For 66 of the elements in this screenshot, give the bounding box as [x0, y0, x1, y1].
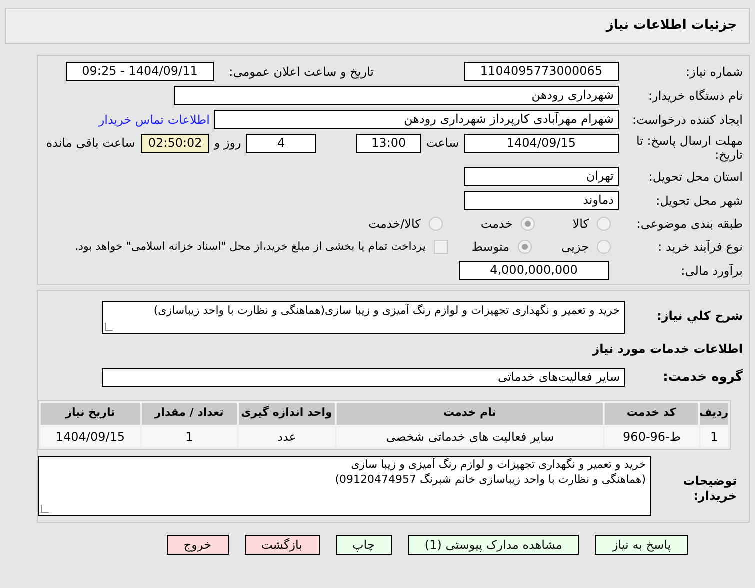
radio-button[interactable]: [518, 240, 532, 254]
column-header: تعداد / مقدار: [142, 402, 237, 424]
days-label: روز و: [214, 135, 242, 152]
remaining-time-field: 02:50:02: [141, 134, 210, 153]
radio-button[interactable]: [597, 240, 611, 254]
field-label: ایجاد کننده درخواست:: [631, 112, 743, 128]
column-header: کد خدمت: [605, 402, 698, 424]
creator-field: شهرام مهرآبادی کارپرداز شهرداری رودهن: [214, 110, 619, 129]
table-cell: 1404/09/15: [41, 426, 140, 446]
checkbox-label: پرداخت تمام یا بخشی از مبلغ خرید،از محل "اسناد خزانه اسلامی" خواهد بود.: [75, 238, 426, 255]
column-header: نام خدمت: [336, 402, 603, 424]
contact-link[interactable]: اطلاعات تماس خریدار: [98, 110, 210, 128]
notes-textarea[interactable]: خرید و تعمیر و نگهداری تجهیزات و لوازم رنگ آمیزی و زیبا سازی (هماهنگی و نظارت با واحد زیباسازی خانم شبرنگ 09120474957): [38, 456, 651, 516]
field-label: گروه خدمت:: [662, 368, 743, 387]
action-button[interactable]: بازگشت: [244, 534, 320, 554]
field-label: شهر محل تحویل:: [655, 192, 743, 210]
field-label: شماره نیاز:: [685, 64, 743, 80]
radio-button[interactable]: [428, 217, 443, 231]
days-field: 4: [246, 134, 316, 153]
field-label: توضیحات خریدار:: [682, 472, 738, 504]
field-label: نوع فرآیند خرید :: [657, 239, 743, 256]
field-label: تاریخ و ساعت اعلان عمومی:: [228, 64, 374, 80]
action-button[interactable]: پاسخ به نیاز: [595, 534, 688, 554]
budget-field: 4,000,000,000: [459, 261, 609, 280]
action-button[interactable]: خروج: [166, 534, 228, 554]
radio-label: جزیی: [562, 239, 589, 256]
table-cell: 1: [700, 426, 728, 446]
city-field: دماوند: [464, 191, 619, 210]
table-cell: سایر فعالیت های خدماتی شخصی: [337, 426, 604, 446]
remaining-label: ساعت باقی مانده: [46, 135, 136, 152]
buyer-field: شهرداری رودهن: [174, 86, 619, 105]
description-textarea[interactable]: خرید و تعمیر و نگهداری تجهیزات و لوازم رنگ آمیزی و زیبا سازی(هماهنگی و نظارت با واحد زیباسازی): [102, 301, 625, 334]
field-label: نام دستگاه خریدار:: [648, 88, 743, 104]
province-field: تهران: [464, 167, 619, 186]
service-group-field: سایر فعالیت‌های خدماتی: [102, 368, 625, 388]
table-cell: ط-96-960: [605, 426, 699, 446]
column-header: واحد اندازه گیری: [238, 402, 335, 424]
notes-line: خرید و تعمیر و نگهداری تجهیزات و لوازم رنگ آمیزی و زیبا سازی: [350, 456, 646, 472]
column-header: ردیف: [700, 402, 728, 424]
page-title: جزئیات اطلاعات نیاز: [606, 17, 737, 36]
section-heading: اطلاعات خدمات مورد نیاز: [591, 341, 743, 358]
field-label: شرح کلي نیاز:: [656, 308, 743, 325]
radio-label: متوسط: [472, 239, 510, 256]
radio-label: خدمت: [480, 216, 513, 233]
announce-date-field: 1404/09/11 - 09:25: [66, 62, 214, 81]
checkbox[interactable]: [434, 240, 448, 254]
time-label: ساعت: [426, 135, 459, 152]
action-button[interactable]: مشاهده مدارک پیوستی (1): [408, 534, 580, 554]
resize-grip-icon: [105, 323, 113, 331]
field-label: مهلت ارسال پاسخ: تا تاریخ:: [635, 134, 743, 162]
field-label: استان محل تحویل:: [648, 168, 743, 186]
table-cell: عدد: [238, 426, 335, 446]
field-label: طبقه بندی موضوعی:: [636, 216, 743, 233]
deadline-time-field: 13:00: [356, 134, 422, 153]
radio-label: کالا: [572, 216, 589, 233]
table-cell: 1: [142, 426, 237, 446]
radio-label: کالا/خدمت: [368, 216, 421, 233]
resize-grip-icon: [41, 504, 49, 512]
need-number-field: 1104095773000065: [464, 62, 619, 81]
radio-button[interactable]: [520, 217, 535, 231]
action-button[interactable]: چاپ: [336, 534, 392, 554]
radio-button[interactable]: [597, 217, 611, 231]
field-label: برآورد مالی:: [680, 262, 743, 280]
deadline-date-field: 1404/09/15: [464, 134, 619, 153]
notes-line: (هماهنگی و نظارت با واحد زیباسازی خانم شبرنگ 09120474957): [334, 472, 646, 486]
column-header: تاریخ نیاز: [40, 402, 140, 424]
